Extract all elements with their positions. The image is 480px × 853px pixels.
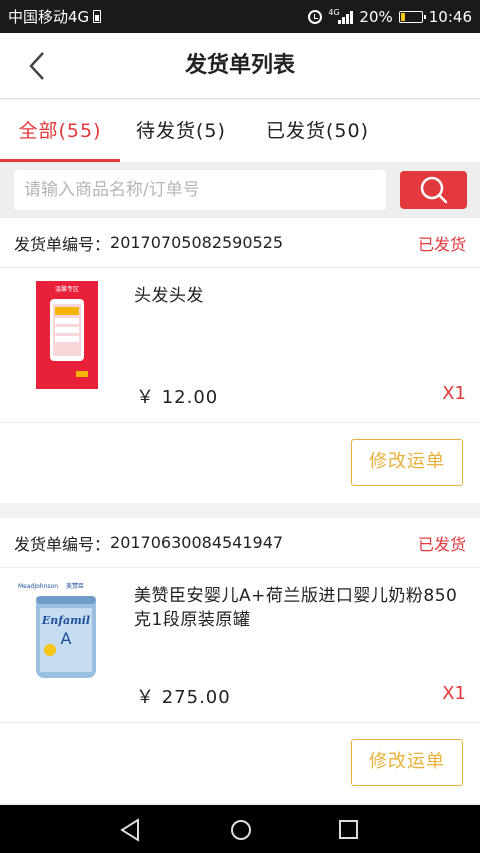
- order-number-label: 发货单编号：: [14, 234, 111, 254]
- battery-percent: 20%: [359, 7, 393, 26]
- page-title: 发货单列表: [184, 53, 295, 78]
- tab-all[interactable]: 全部(55): [0, 100, 120, 162]
- tab-bar: 全部(55) 待发货(5) 已发货(50): [0, 100, 480, 162]
- order-goods-row[interactable]: 温馨专区 头发头发 ￥ 12.00 X1: [0, 268, 480, 423]
- product-image[interactable]: MeadJohnson 美赞臣 Enfamil A: [16, 578, 100, 690]
- search-input[interactable]: [14, 170, 386, 210]
- product-image-logo-en: MeadJohnson: [18, 583, 58, 590]
- carrier-label: 中国移动4G: [8, 8, 90, 26]
- order-card: 发货单编号： 20170630084541947 已发货 MeadJohnson…: [0, 518, 480, 803]
- battery-icon: [398, 10, 426, 23]
- order-number-label: 发货单编号：: [14, 534, 111, 554]
- product-image[interactable]: 温馨专区: [36, 281, 98, 389]
- order-number: 20170705082590525: [110, 233, 284, 252]
- back-triangle-icon[interactable]: [118, 817, 144, 843]
- signal-icon: 4G: [328, 7, 354, 24]
- order-header: 发货单编号： 20170630084541947 已发货: [0, 518, 480, 568]
- nav-bar: 发货单列表: [0, 33, 480, 99]
- product-quantity: X1: [442, 683, 466, 704]
- system-nav-bar: [0, 805, 480, 853]
- tab-shipped[interactable]: 已发货(50): [260, 100, 400, 162]
- order-status: 已发货: [417, 534, 466, 554]
- order-header: 发货单编号： 20170705082590525 已发货: [0, 218, 480, 268]
- search-button[interactable]: [400, 171, 467, 209]
- network-badge: 4G: [328, 7, 340, 17]
- product-price: ￥ 275.00: [136, 687, 231, 708]
- order-number: 20170630084541947: [110, 533, 284, 552]
- order-card: 发货单编号： 20170705082590525 已发货 温馨专区 头发头发 ￥…: [0, 218, 480, 503]
- sim-icon: [93, 10, 102, 23]
- product-name: 头发头发: [134, 286, 204, 306]
- order-footer: 修改运单: [0, 423, 480, 503]
- back-button[interactable]: [20, 47, 58, 85]
- modify-waybill-button[interactable]: 修改运单: [351, 739, 463, 786]
- order-footer: 修改运单: [0, 723, 480, 803]
- product-price: ￥ 12.00: [136, 387, 219, 408]
- status-bar: 中国移动4G 4G 20% 10:46: [0, 0, 480, 33]
- product-image-logo: 美赞臣: [66, 582, 84, 590]
- product-quantity: X1: [442, 383, 466, 404]
- alarm-icon: [308, 9, 323, 24]
- clock: 10:46: [428, 7, 472, 26]
- product-image-brand: Enfamil: [41, 614, 90, 627]
- product-name: 美赞臣安婴儿A+荷兰版进口婴儿奶粉850克1段原装原罐: [134, 586, 458, 630]
- search-bar: [0, 162, 480, 218]
- home-circle-icon[interactable]: [228, 817, 254, 843]
- recent-apps-icon[interactable]: [336, 817, 362, 843]
- product-image-brand: 温馨专区: [55, 285, 79, 293]
- svg-text:A: A: [61, 629, 72, 648]
- search-icon: [420, 176, 447, 204]
- tab-pending[interactable]: 待发货(5): [120, 100, 260, 162]
- order-status: 已发货: [417, 234, 466, 254]
- modify-waybill-button[interactable]: 修改运单: [351, 439, 463, 486]
- chevron-left-icon: [29, 52, 44, 80]
- order-goods-row[interactable]: MeadJohnson 美赞臣 Enfamil A 美赞臣安婴儿A+荷兰版进口婴…: [0, 568, 480, 723]
